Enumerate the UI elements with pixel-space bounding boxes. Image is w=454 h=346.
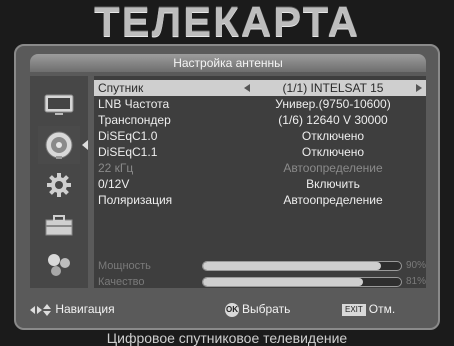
meter-percent: 81% (405, 276, 426, 287)
arrow-right-icon[interactable] (416, 84, 422, 92)
signal-strength-bar (202, 261, 402, 271)
category-antenna[interactable] (38, 126, 80, 164)
setting-label: LNB Частота (98, 97, 170, 111)
category-tv[interactable] (38, 86, 80, 124)
tv-icon (44, 94, 74, 115)
ok-hint[interactable]: OK Выбрать (225, 300, 290, 318)
signal-strength-fill (203, 262, 382, 270)
setting-row-22khz: 22 кГц Автоопределение (94, 160, 426, 176)
exit-button-icon: EXIT (342, 303, 366, 316)
ok-label: Выбрать (242, 302, 291, 316)
setting-value: Автоопределение (283, 193, 383, 207)
gear-icon (47, 173, 71, 197)
meter-label: Качество (98, 276, 145, 288)
setting-label: DiSEqC1.1 (98, 145, 158, 159)
setting-row-lnb-frequency[interactable]: LNB Частота Универ.(9750-10600) (94, 96, 426, 112)
menu-title: Настройка антенны (30, 54, 426, 72)
setting-value: Отключено (301, 145, 365, 159)
setting-label: 0/12V (98, 177, 130, 191)
signal-strength-meter: Мощность 90% (94, 258, 426, 274)
meter-percent: 90% (405, 260, 426, 271)
setting-row-satellite[interactable]: Спутник (1/1) INTELSAT 15 (94, 80, 426, 96)
setting-row-diseqc10[interactable]: DiSEqC1.0 Отключено (94, 128, 426, 144)
help-bar: Навигация OK Выбрать EXIT Отм. (30, 300, 426, 318)
apps-icon (48, 254, 70, 276)
category-settings[interactable] (38, 166, 80, 204)
setting-label: Транспондер (98, 113, 171, 127)
setting-value: (1/6) 12640 V 30000 (278, 113, 388, 127)
antenna-settings-panel: Спутник (1/1) INTELSAT 15 LNB Частота Ун… (94, 76, 426, 288)
setting-label: Поляризация (98, 193, 173, 207)
category-rail (30, 76, 88, 288)
setting-value: (1/1) INTELSAT 15 (282, 81, 384, 95)
exit-hint[interactable]: EXIT Отм. (342, 300, 395, 318)
navigation-label: Навигация (55, 302, 115, 316)
setting-value: Отключено (301, 129, 365, 143)
setting-value: Включить (306, 177, 360, 191)
satellite-icon (45, 131, 73, 159)
setting-row-diseqc11[interactable]: DiSEqC1.1 Отключено (94, 144, 426, 160)
setting-row-polarization[interactable]: Поляризация Автоопределение (94, 192, 426, 208)
setting-row-transponder[interactable]: Транспондер (1/6) 12640 V 30000 (94, 112, 426, 128)
signal-quality-meter: Качество 81% (94, 274, 426, 290)
category-tools[interactable] (38, 206, 80, 244)
setting-row-012v[interactable]: 0/12V Включить (94, 176, 426, 192)
exit-label: Отм. (368, 302, 396, 316)
meter-label: Мощность (98, 260, 151, 272)
signal-quality-bar (202, 277, 402, 287)
setting-value: Универ.(9750-10600) (275, 97, 391, 111)
navigation-hint: Навигация (30, 300, 115, 318)
ok-button-icon: OK (225, 302, 239, 317)
setting-value: Автоопределение (283, 161, 383, 175)
brand-title: ТЕЛЕКАРТА (94, 0, 360, 45)
bottom-banner-text: Цифровое спутниковое телевидение (106, 330, 348, 346)
setting-label: 22 кГц (98, 161, 134, 175)
category-selector-arrow (82, 140, 88, 150)
setting-label: Спутник (98, 81, 144, 95)
setting-label: DiSEqC1.0 (98, 129, 158, 143)
signal-quality-fill (203, 278, 364, 286)
toolbox-icon (45, 215, 73, 236)
category-apps[interactable] (38, 246, 80, 284)
navigation-arrows-icon (30, 303, 51, 316)
